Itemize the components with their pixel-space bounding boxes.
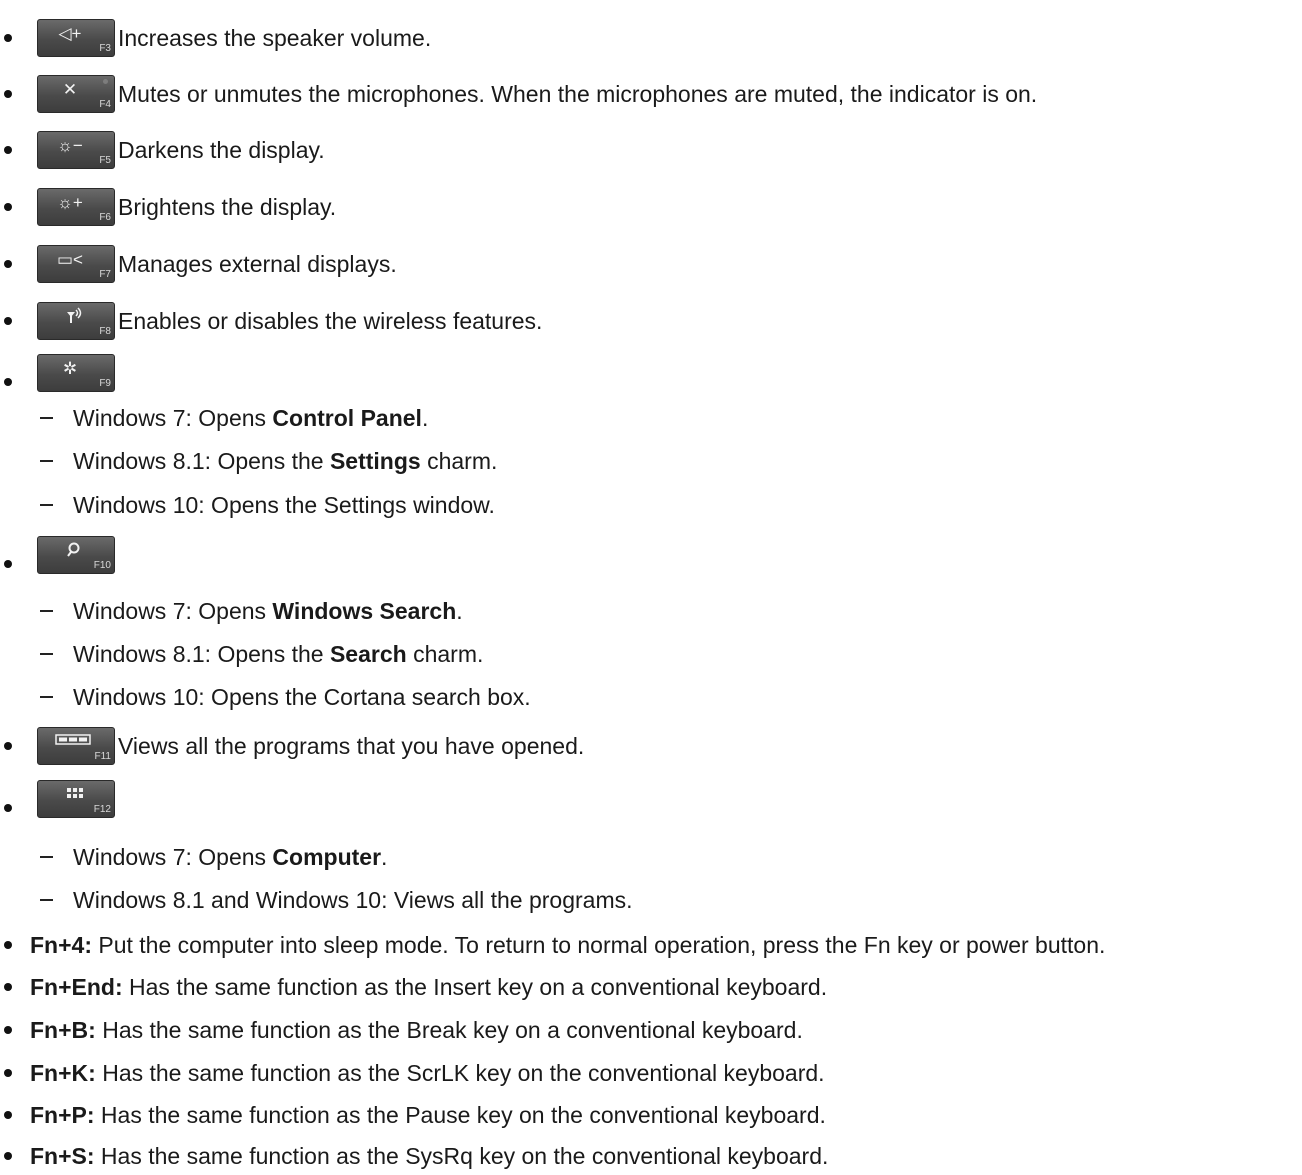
brightness-down-key-icon: ☼− F5 (37, 131, 115, 169)
bullet (4, 146, 12, 154)
mic-mute-key-icon: ✕ F4 (37, 75, 115, 113)
key-description: Mutes or unmutes the microphones. When t… (118, 81, 1038, 107)
search-key-icon: F10 (37, 536, 115, 574)
bullet (4, 378, 12, 386)
mute-indicator-icon (103, 79, 108, 84)
bullet (4, 560, 12, 568)
window-switch-icon (55, 734, 91, 745)
bullet (4, 317, 12, 325)
settings-key-icon: ✲ F9 (37, 354, 115, 392)
search-icon (67, 542, 80, 557)
grid-icon (67, 788, 83, 798)
brightness-up-key-icon: ☼+ F6 (37, 188, 115, 226)
wireless-key-icon: F8 (37, 302, 115, 340)
all-programs-key-icon: F12 (37, 780, 115, 818)
external-display-key-icon: ▭< F7 (37, 245, 115, 283)
key-description: Increases the speaker volume. (118, 25, 432, 51)
wireless-antenna-icon (67, 307, 82, 323)
task-view-key-icon: F11 (37, 727, 115, 765)
bullet (4, 34, 12, 42)
bullet (4, 804, 12, 812)
bullet (4, 90, 12, 98)
volume-up-key-icon: ◁+ F3 (37, 19, 115, 57)
bullet (4, 260, 12, 268)
key-description: Darkens the display. (118, 137, 325, 163)
key-description: Views all the programs that you have ope… (118, 733, 585, 759)
key-description: Enables or disables the wireless feature… (118, 308, 543, 334)
key-description: Brightens the display. (118, 194, 337, 220)
key-description: Manages external displays. (118, 251, 397, 277)
bullet (4, 203, 12, 211)
bullet (4, 742, 12, 750)
